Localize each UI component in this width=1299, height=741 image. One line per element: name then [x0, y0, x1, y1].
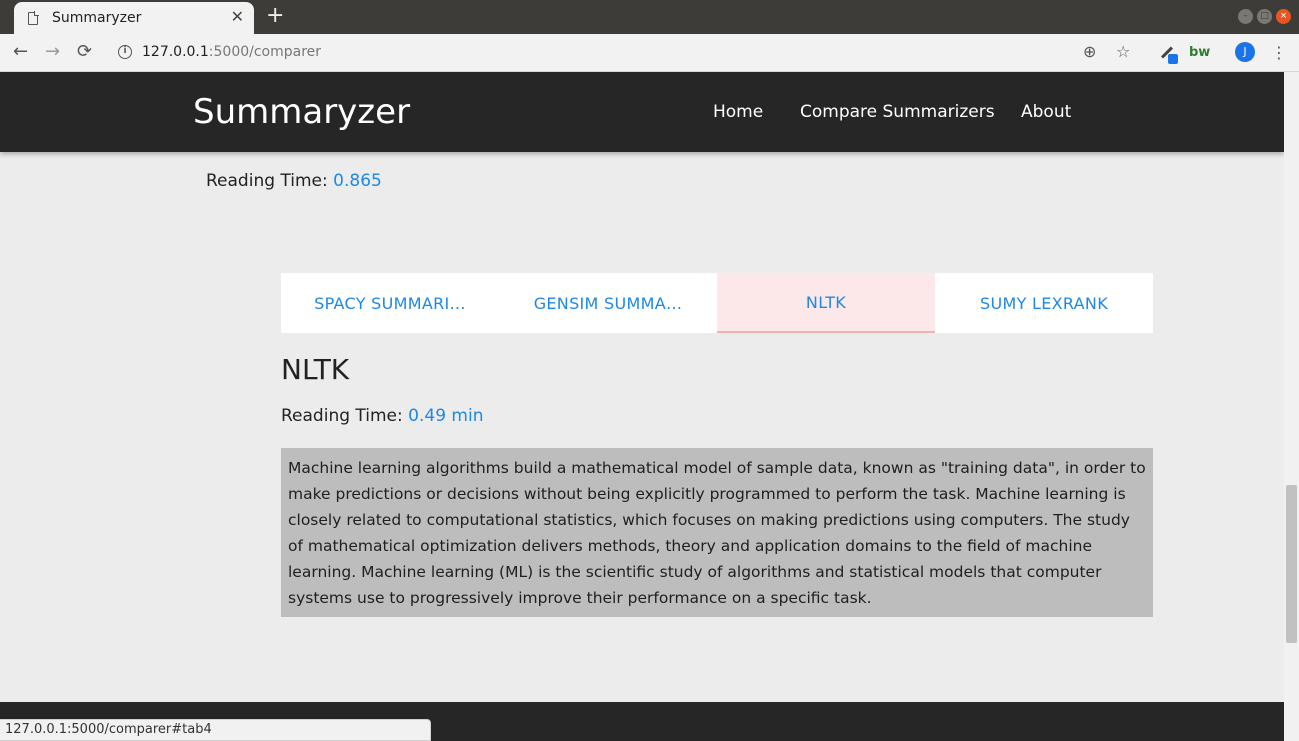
reading-time-top: Reading Time: 0.865 [206, 171, 382, 191]
reload-button[interactable]: ⟳ [77, 41, 92, 63]
close-tab-icon[interactable]: ✕ [231, 9, 244, 25]
section-reading-value: 0.49 min [408, 406, 484, 426]
pen-extension-icon[interactable] [1158, 42, 1180, 64]
maximize-button[interactable]: □ [1257, 9, 1272, 24]
close-window-button[interactable]: × [1276, 9, 1291, 24]
profile-avatar[interactable]: J [1235, 42, 1255, 62]
section-reading-label: Reading Time: [281, 406, 409, 426]
tab-gensim[interactable]: GENSIM SUMMA… [499, 273, 717, 333]
scrollbar-thumb[interactable] [1286, 485, 1297, 643]
reading-time-label: Reading Time: [206, 171, 334, 191]
bookmark-star-icon[interactable]: ☆ [1116, 43, 1130, 61]
window-controls: – □ × [1238, 9, 1291, 24]
back-button[interactable]: ← [13, 41, 28, 63]
nav-link-about[interactable]: About [1021, 102, 1071, 122]
summarizer-tabs: SPACY SUMMARI… GENSIM SUMMA… NLTK SUMY L… [281, 273, 1153, 333]
summary-text: Machine learning algorithms build a math… [281, 448, 1153, 617]
nav-link-home[interactable]: Home [713, 102, 763, 122]
reading-time-value: 0.865 [333, 171, 382, 191]
forward-button[interactable]: → [45, 41, 60, 63]
url-path: :5000/comparer [208, 44, 322, 60]
status-bar-url: 127.0.0.1:5000/comparer#tab4 [0, 719, 431, 741]
section-title: NLTK [281, 353, 350, 386]
browser-menu-icon[interactable]: ⋮ [1271, 43, 1287, 62]
browser-tab-title: Summaryzer [52, 10, 142, 26]
tab-spacy[interactable]: SPACY SUMMARI… [281, 273, 499, 333]
tab-nltk[interactable]: NLTK [717, 273, 935, 333]
minimize-button[interactable]: – [1238, 9, 1253, 24]
page-viewport: Summaryzer Home Compare Summarizers Abou… [0, 72, 1284, 741]
page-scrollbar[interactable] [1284, 72, 1299, 741]
section-reading-time: Reading Time: 0.49 min [281, 406, 483, 426]
document-icon [28, 11, 39, 25]
site-navbar: Summaryzer Home Compare Summarizers Abou… [0, 72, 1284, 152]
tab-sumy-lexrank[interactable]: SUMY LEXRANK [935, 273, 1153, 333]
site-info-icon[interactable]: i [118, 45, 132, 59]
address-bar[interactable]: 127.0.0.1:5000/comparer [142, 44, 321, 60]
url-host: 127.0.0.1 [142, 44, 209, 60]
new-tab-button[interactable]: + [266, 4, 284, 28]
site-brand[interactable]: Summaryzer [193, 92, 410, 132]
nav-link-compare[interactable]: Compare Summarizers [800, 102, 995, 122]
bw-extension-icon[interactable]: bw [1189, 45, 1210, 60]
browser-tab[interactable]: Summaryzer ✕ [14, 2, 254, 34]
browser-toolbar: ← → ⟳ i 127.0.0.1:5000/comparer ⊕ ☆ bw J… [0, 34, 1299, 72]
browser-tabbar: Summaryzer ✕ + – □ × [0, 0, 1299, 34]
zoom-icon[interactable]: ⊕ [1083, 43, 1096, 61]
